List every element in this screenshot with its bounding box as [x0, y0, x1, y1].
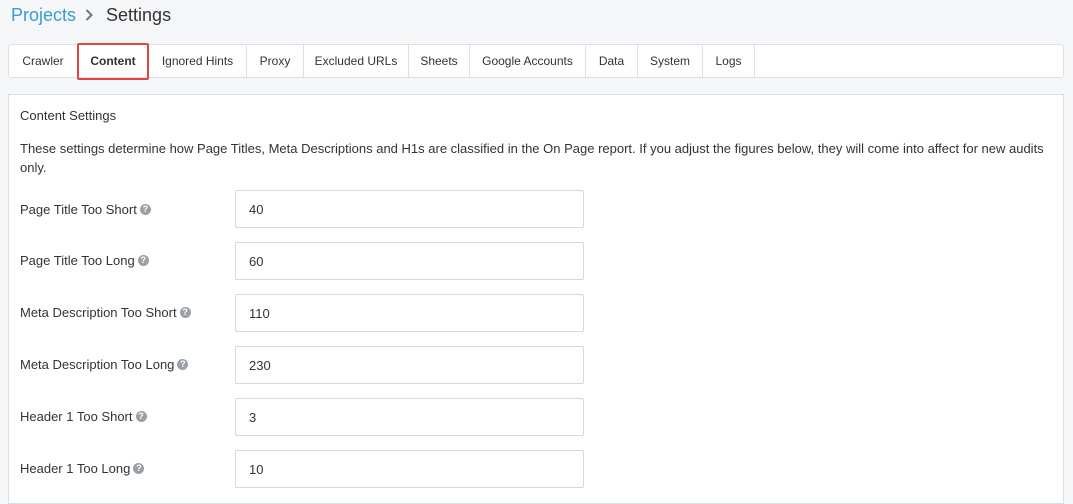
tab-label: Ignored Hints	[161, 54, 234, 68]
tab-system[interactable]: System	[638, 45, 703, 77]
tab-label: Excluded URLs	[314, 54, 398, 68]
field-label-meta-description-too-short: Meta Description Too Short ?	[20, 302, 191, 322]
help-icon[interactable]: ?	[139, 203, 151, 215]
meta-description-too-long-input[interactable]	[235, 346, 584, 384]
tab-logs[interactable]: Logs	[703, 45, 755, 77]
tab-label: Content	[90, 54, 136, 68]
section-description: These settings determine how Page Titles…	[20, 141, 1044, 175]
settings-tabbar: Crawler Content Ignored Hints Proxy Excl…	[8, 43, 1064, 80]
field-label-text: Meta Description Too Long	[20, 356, 175, 372]
breadcrumb-projects-link[interactable]: Projects	[11, 5, 76, 26]
tab-ignored-hints[interactable]: Ignored Hints	[149, 45, 247, 77]
chevron-right-icon	[85, 7, 97, 23]
field-label-text: Page Title Too Short	[20, 201, 137, 217]
page-title-too-short-input[interactable]	[235, 190, 584, 228]
tab-label: Proxy	[259, 54, 291, 68]
tab-sheets[interactable]: Sheets	[409, 45, 470, 77]
page-title: Settings	[106, 4, 172, 25]
field-label-text: Header 1 Too Long	[20, 460, 131, 476]
field-label-text: Page Title Too Long	[20, 252, 135, 268]
field-label-header-1-too-long: Header 1 Too Long ?	[20, 458, 145, 478]
field-label-meta-description-too-long: Meta Description Too Long ?	[20, 354, 189, 374]
tab-label: Sheets	[420, 54, 458, 68]
help-icon[interactable]: ?	[137, 254, 149, 266]
help-icon[interactable]: ?	[179, 306, 191, 318]
tab-label: System	[649, 54, 690, 68]
section-title: Content Settings	[20, 108, 117, 123]
breadcrumb: Projects Settings	[11, 4, 171, 26]
help-icon[interactable]: ?	[177, 358, 189, 370]
tab-excluded-urls[interactable]: Excluded URLs	[304, 45, 409, 77]
tab-label: Logs	[715, 54, 742, 68]
meta-description-too-short-input[interactable]	[235, 294, 584, 332]
field-label-page-title-too-long: Page Title Too Long ?	[20, 250, 149, 270]
help-icon[interactable]: ?	[135, 410, 147, 422]
tab-proxy[interactable]: Proxy	[247, 45, 304, 77]
field-label-text: Header 1 Too Short	[20, 408, 133, 424]
tab-label: Data	[598, 54, 625, 68]
tab-label: Crawler	[22, 54, 64, 68]
tab-google-accounts[interactable]: Google Accounts	[470, 45, 586, 77]
header-1-too-long-input[interactable]	[235, 450, 584, 488]
tab-data[interactable]: Data	[586, 45, 638, 77]
field-label-text: Meta Description Too Short	[20, 304, 177, 320]
field-label-page-title-too-short: Page Title Too Short ?	[20, 199, 151, 219]
tab-content[interactable]: Content	[77, 43, 149, 80]
tab-label: Google Accounts	[482, 54, 573, 68]
header-1-too-short-input[interactable]	[235, 398, 584, 436]
page-title-too-long-input[interactable]	[235, 242, 584, 280]
field-label-header-1-too-short: Header 1 Too Short ?	[20, 406, 147, 426]
content-settings-panel: Content Settings These settings determin…	[8, 94, 1064, 504]
help-icon[interactable]: ?	[133, 462, 145, 474]
tab-crawler[interactable]: Crawler	[9, 45, 78, 77]
